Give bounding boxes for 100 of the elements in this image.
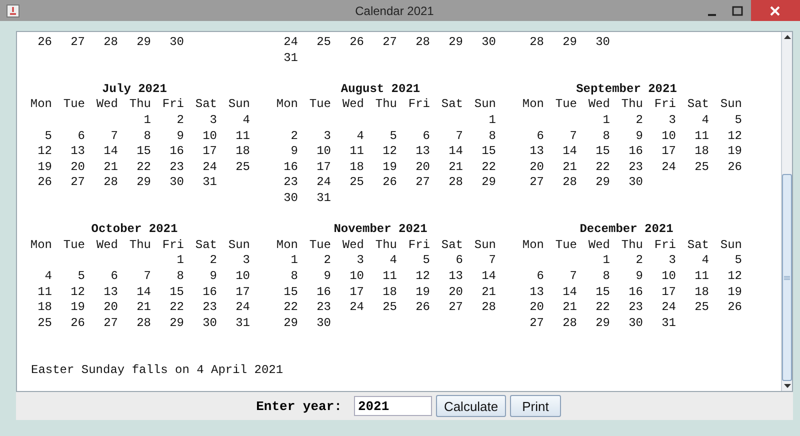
year-input[interactable]: 2021 <box>354 396 432 416</box>
day-number: 8 <box>142 128 151 144</box>
day-number: 9 <box>634 128 643 144</box>
day-number: 26 <box>36 35 52 51</box>
day-number: 6 <box>536 268 544 285</box>
day-number: 23 <box>628 160 643 176</box>
day-number: 26 <box>726 160 742 176</box>
month-title: September 2021 <box>575 82 678 98</box>
weekday-header: Wed <box>587 97 610 113</box>
day-number: 26 <box>382 175 397 191</box>
day-number: 7 <box>488 253 496 269</box>
day-number: 16 <box>282 160 298 176</box>
day-number: 27 <box>414 175 430 191</box>
day-number: 26 <box>36 175 52 191</box>
day-number: 16 <box>316 284 331 300</box>
day-number: 5 <box>422 253 430 269</box>
day-number: 3 <box>322 128 331 144</box>
app-icon <box>6 4 20 18</box>
day-number: 24 <box>660 300 676 316</box>
calculate-button[interactable]: Calculate <box>436 395 506 417</box>
day-number: 15 <box>168 284 184 300</box>
day-number: 23 <box>316 300 331 316</box>
weekday-header: Mon <box>521 97 544 113</box>
day-number: 10 <box>234 268 250 285</box>
weekday-header: Fri <box>407 238 430 254</box>
day-number: 10 <box>348 268 364 285</box>
day-number: 7 <box>568 128 577 144</box>
weekday-header: Mon <box>521 238 544 254</box>
day-number: 7 <box>110 128 118 144</box>
day-number: 29 <box>168 316 184 332</box>
day-number: 9 <box>290 144 298 160</box>
day-number: 31 <box>202 175 217 191</box>
weekday-header: Tue <box>554 97 577 113</box>
day-number: 20 <box>528 160 544 176</box>
day-number: 16 <box>168 144 184 160</box>
day-number: 25 <box>694 300 709 316</box>
weekday-header: Wed <box>587 238 610 254</box>
day-number: 22 <box>168 300 184 316</box>
day-number: 1 <box>602 253 610 269</box>
day-number: 11 <box>694 268 709 285</box>
day-number: 18 <box>694 284 709 300</box>
day-number: 1 <box>602 112 610 129</box>
weekday-header: Mon <box>275 97 298 113</box>
day-number: 6 <box>76 128 85 144</box>
weekday-header: Sat <box>440 97 463 113</box>
weekday-header: Thu <box>374 238 397 254</box>
print-button[interactable]: Print <box>510 395 561 417</box>
day-number: 28 <box>562 175 577 191</box>
day-number: 31 <box>234 316 250 332</box>
day-number: 24 <box>348 300 364 316</box>
day-number: 30 <box>594 35 610 51</box>
day-number: 28 <box>480 300 496 316</box>
day-number: 7 <box>568 268 577 285</box>
weekday-header: Wed <box>341 238 364 254</box>
day-number: 14 <box>562 284 577 300</box>
weekday-header: Mon <box>29 97 52 113</box>
weekday-header: Mon <box>29 238 52 254</box>
weekday-header: Sun <box>473 97 496 113</box>
day-number: 1 <box>488 112 496 129</box>
weekday-header: Sat <box>194 238 217 254</box>
day-number: 18 <box>36 300 52 316</box>
close-button[interactable] <box>750 0 800 21</box>
day-number: 30 <box>480 35 496 51</box>
day-number: 15 <box>594 144 610 160</box>
day-number: 30 <box>168 175 184 191</box>
day-number: 30 <box>316 316 331 332</box>
day-number: 22 <box>594 300 610 316</box>
scroll-down-icon[interactable] <box>784 384 790 388</box>
month-title: November 2021 <box>332 222 428 238</box>
day-number: 11 <box>348 144 364 160</box>
day-number: 28 <box>448 175 463 191</box>
day-number: 18 <box>382 284 397 300</box>
day-number: 4 <box>700 253 709 269</box>
day-number: 8 <box>176 268 184 285</box>
day-number: 11 <box>694 128 709 144</box>
day-number: 28 <box>102 175 118 191</box>
day-number: 21 <box>448 160 463 176</box>
day-number: 7 <box>454 128 463 144</box>
weekday-header: Sun <box>719 97 742 113</box>
weekday-header: Fri <box>161 97 184 113</box>
day-number: 28 <box>136 316 151 332</box>
day-number: 3 <box>356 253 364 269</box>
weekday-header: Thu <box>620 97 643 113</box>
weekday-header: Sat <box>686 238 709 254</box>
day-number: 4 <box>700 112 709 129</box>
scroll-thumb[interactable] <box>782 174 792 381</box>
day-number: 27 <box>382 35 397 51</box>
weekday-header: Sat <box>686 97 709 113</box>
day-number: 26 <box>70 316 85 332</box>
day-number: 13 <box>528 144 544 160</box>
scrollbar[interactable] <box>781 32 792 391</box>
scroll-up-icon[interactable] <box>784 35 790 39</box>
day-number: 6 <box>454 253 463 269</box>
day-number: 21 <box>136 300 151 316</box>
weekday-header: Sat <box>440 238 463 254</box>
day-number: 8 <box>602 268 610 285</box>
weekday-header: Tue <box>62 97 85 113</box>
day-number: 20 <box>448 284 463 300</box>
day-number: 9 <box>322 268 331 285</box>
day-number: 29 <box>282 316 298 332</box>
